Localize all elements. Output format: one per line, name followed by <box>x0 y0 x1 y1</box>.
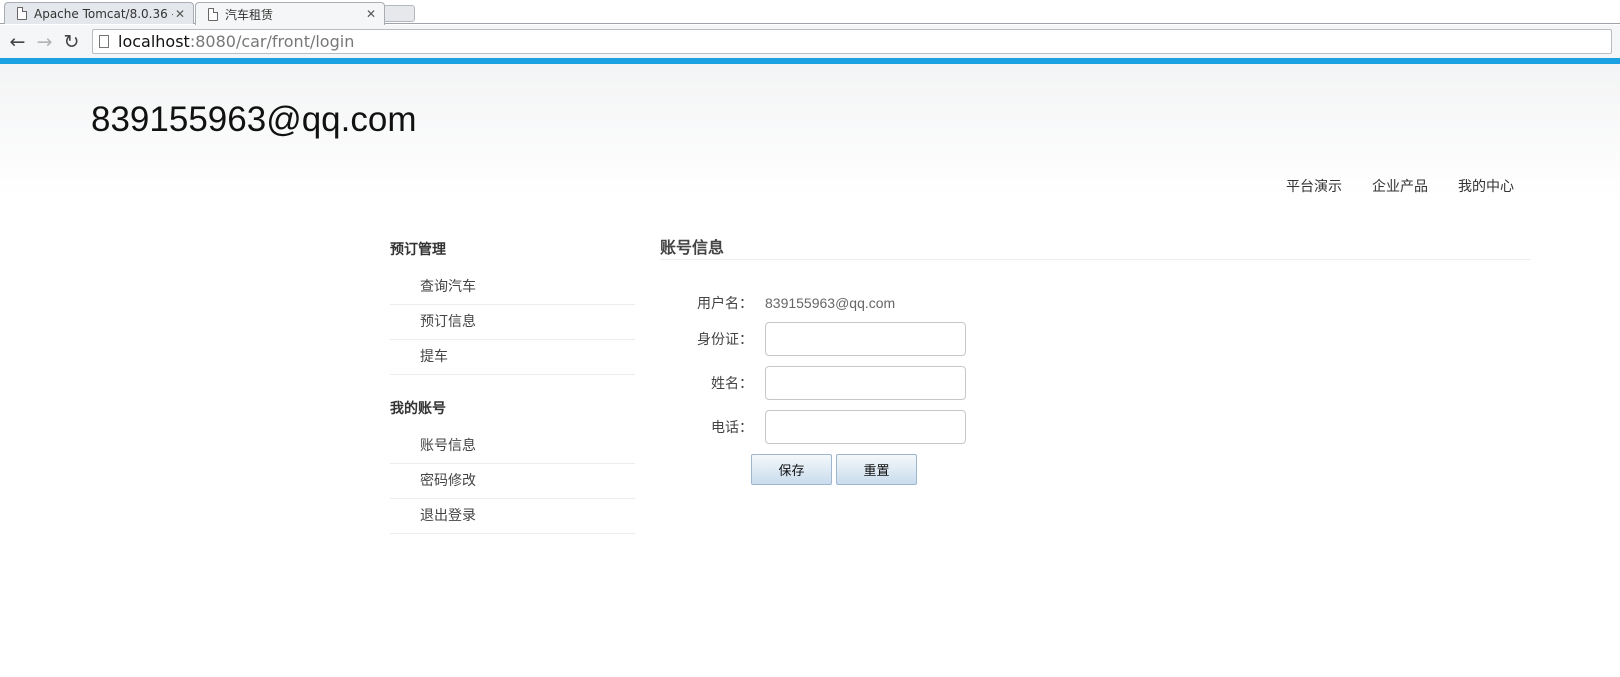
site-title: 839155963@qq.com <box>91 100 417 139</box>
sidebar-group-title: 我的账号 <box>390 401 446 417</box>
close-icon[interactable]: ✕ <box>173 7 187 21</box>
document-icon <box>17 7 27 20</box>
browser-tab-strip: Apache Tomcat/8.0.36 - ✕ 汽车租赁 ✕ <box>0 0 1620 25</box>
browser-tab-tomcat[interactable]: Apache Tomcat/8.0.36 - ✕ <box>4 2 194 24</box>
username-label: 用户名： <box>697 296 753 312</box>
browser-toolbar: ← → ↻ localhost:8080/car/front/login <box>0 25 1620 58</box>
new-tab-button[interactable] <box>383 5 415 22</box>
close-icon[interactable]: ✕ <box>364 7 378 21</box>
browser-tab-car-rental[interactable]: 汽车租赁 ✕ <box>195 2 385 25</box>
url-host: localhost <box>118 32 190 51</box>
nav-link-platform-demo[interactable]: 平台演示 <box>1286 176 1342 196</box>
section-title: 账号信息 <box>660 230 1530 260</box>
forward-arrow-icon[interactable]: → <box>31 28 58 55</box>
account-form: 用户名： 839155963@qq.com 身份证： 姓名： 电话： 保存 重置 <box>660 286 1530 485</box>
phone-input[interactable] <box>765 410 966 444</box>
idcard-input[interactable] <box>765 322 966 356</box>
form-row-name: 姓名： <box>660 366 1530 400</box>
name-label: 姓名： <box>711 376 753 392</box>
document-icon <box>208 7 218 21</box>
page-icon <box>99 35 109 48</box>
sidebar-item-change-password[interactable]: 密码修改 <box>390 464 635 499</box>
url-text: localhost:8080/car/front/login <box>118 32 354 51</box>
reset-button[interactable]: 重置 <box>836 454 917 485</box>
sidebar-item-pickup[interactable]: 提车 <box>390 340 635 375</box>
site-header: 839155963@qq.com 平台演示 企业产品 我的中心 <box>0 64 1620 199</box>
sidebar-group-booking: 预订管理 查询汽车 预订信息 提车 <box>390 230 635 375</box>
sidebar-group-account: 我的账号 账号信息 密码修改 退出登录 <box>390 389 635 534</box>
url-path: :8080/car/front/login <box>189 32 355 51</box>
username-value: 839155963@qq.com <box>765 295 896 311</box>
main-content: 账号信息 用户名： 839155963@qq.com 身份证： 姓名： 电话： … <box>660 230 1530 485</box>
back-arrow-icon[interactable]: ← <box>4 28 31 55</box>
save-button[interactable]: 保存 <box>751 454 832 485</box>
sidebar: 预订管理 查询汽车 预订信息 提车 我的账号 账号信息 密码修改 退出登录 <box>390 230 635 534</box>
form-row-idcard: 身份证： <box>660 322 1530 356</box>
sidebar-item-booking-info[interactable]: 预订信息 <box>390 305 635 340</box>
sidebar-item-logout[interactable]: 退出登录 <box>390 499 635 534</box>
top-nav: 平台演示 企业产品 我的中心 <box>1286 176 1514 196</box>
sidebar-group-title: 预订管理 <box>390 242 446 258</box>
form-row-username: 用户名： 839155963@qq.com <box>660 286 1530 320</box>
reload-icon[interactable]: ↻ <box>58 28 85 55</box>
sidebar-item-account-info[interactable]: 账号信息 <box>390 429 635 464</box>
idcard-label: 身份证： <box>697 332 753 348</box>
sidebar-item-search-cars[interactable]: 查询汽车 <box>390 270 635 305</box>
nav-link-enterprise-products[interactable]: 企业产品 <box>1372 176 1428 196</box>
tab-title: 汽车租赁 <box>225 7 274 22</box>
form-row-phone: 电话： <box>660 410 1530 444</box>
address-bar[interactable]: localhost:8080/car/front/login <box>92 29 1612 54</box>
tab-title: Apache Tomcat/8.0.36 - <box>34 6 173 21</box>
form-buttons: 保存 重置 <box>751 454 1530 485</box>
name-input[interactable] <box>765 366 966 400</box>
nav-link-my-center[interactable]: 我的中心 <box>1458 176 1514 196</box>
phone-label: 电话： <box>711 420 753 436</box>
